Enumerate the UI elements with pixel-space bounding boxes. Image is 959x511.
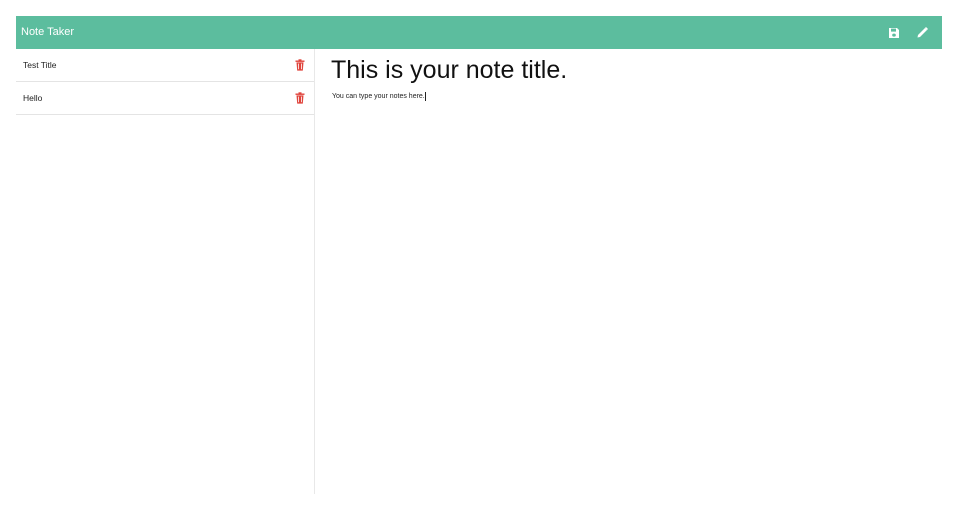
text-caret: [424, 92, 426, 101]
note-taker-app: Note Taker Test Title Hello This is your…: [16, 16, 942, 494]
navbar: Note Taker: [16, 16, 942, 49]
new-note-button[interactable]: [913, 23, 932, 42]
note-editor: This is your note title. You can type yo…: [315, 49, 942, 494]
note-title-input[interactable]: This is your note title.: [331, 55, 931, 85]
note-list-item[interactable]: Test Title: [16, 49, 314, 82]
note-text-area[interactable]: You can type your notes here.: [332, 92, 426, 101]
app-brand[interactable]: Note Taker: [21, 16, 74, 49]
notes-sidebar: Test Title Hello: [16, 49, 315, 494]
note-text-content: You can type your notes here.: [332, 93, 425, 100]
save-icon: [888, 27, 899, 38]
pencil-icon: [917, 27, 928, 38]
trash-icon[interactable]: [295, 92, 305, 104]
trash-icon[interactable]: [295, 59, 305, 71]
save-note-button[interactable]: [884, 23, 903, 42]
note-list-title: Test Title: [23, 60, 57, 70]
note-list-title: Hello: [23, 93, 43, 103]
note-list-item[interactable]: Hello: [16, 82, 314, 115]
